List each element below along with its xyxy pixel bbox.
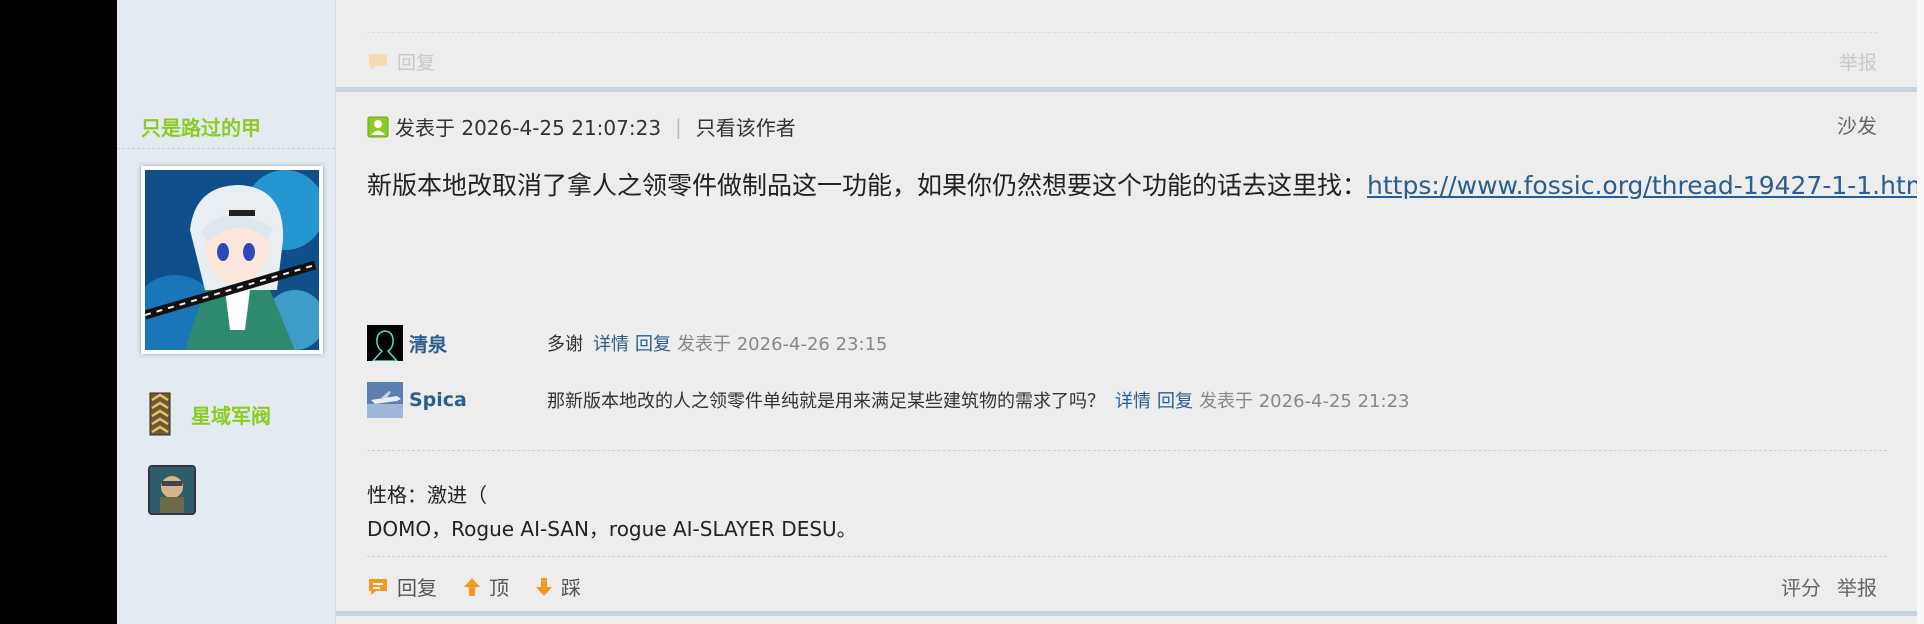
arrow-down-icon bbox=[536, 577, 552, 596]
comment-time: 发表于 2026-4-26 23:15 bbox=[677, 334, 888, 355]
commenter-avatar[interactable] bbox=[367, 382, 403, 418]
commenter-avatar[interactable] bbox=[367, 325, 403, 361]
medal-image bbox=[150, 467, 194, 513]
post-meta: 发表于 2026-4-25 21:07:23 | 只看该作者 bbox=[367, 112, 796, 141]
forum-page: 回复 举报 只是路过的甲 星域军阀 发表于 2026-4-25 21:07:23… bbox=[117, 0, 1924, 624]
post-time: 发表于 2026-4-25 21:07:23 bbox=[395, 116, 662, 140]
signature-line: DOMO，Rogue AI-SAN，rogue AI-SLAYER DESU。 bbox=[367, 517, 857, 541]
commenter-name[interactable]: Spica bbox=[409, 389, 547, 411]
rank-title: 星域军阀 bbox=[191, 403, 271, 428]
previous-reply-label: 回复 bbox=[397, 52, 436, 74]
divider bbox=[367, 32, 1877, 33]
upvote-label: 顶 bbox=[489, 576, 509, 600]
reply-button[interactable]: 回复 bbox=[367, 572, 437, 601]
only-author-link[interactable]: 只看该作者 bbox=[696, 112, 796, 141]
avatar[interactable] bbox=[141, 166, 323, 354]
rank-badge-icon bbox=[149, 392, 171, 436]
comment-text: 那新版本地改的人之领零件单纯就是用来满足某些建筑物的需求了吗？ bbox=[547, 391, 1105, 412]
comment-text: 多谢 bbox=[547, 334, 583, 355]
post-body-link[interactable]: https://www.fossic.org/thread-19427-1-1.… bbox=[1367, 171, 1924, 200]
comment-detail-link[interactable]: 详情 bbox=[1115, 387, 1151, 413]
rank-row: 星域军阀 bbox=[149, 392, 271, 436]
scrollbar-track[interactable] bbox=[1917, 0, 1924, 624]
previous-report-link[interactable]: 举报 bbox=[1839, 48, 1877, 75]
signature-divider bbox=[367, 450, 1887, 451]
upvote-button[interactable]: 顶 bbox=[463, 572, 509, 601]
comment-time: 发表于 2026-4-25 21:23 bbox=[1199, 391, 1410, 412]
comment-icon bbox=[369, 53, 387, 70]
post-body: 新版本地改取消了拿人之领零件做制品这一功能，如果你仍然想要这个功能的话去这里找：… bbox=[367, 166, 1924, 202]
comment-reply-link[interactable]: 回复 bbox=[1157, 387, 1193, 413]
previous-reply-button[interactable]: 回复 bbox=[367, 48, 435, 75]
arrow-up-icon bbox=[464, 577, 480, 596]
signature-divider bbox=[367, 556, 1887, 557]
author-divider bbox=[117, 148, 335, 149]
author-name[interactable]: 只是路过的甲 bbox=[141, 112, 261, 141]
comment-item: 清泉 多谢 详情 回复 发表于 2026-4-26 23:15 bbox=[367, 325, 887, 361]
rate-link[interactable]: 评分 bbox=[1781, 572, 1821, 601]
medal-icon[interactable] bbox=[148, 465, 196, 515]
post-actions-right: 评分 举报 bbox=[1781, 572, 1877, 601]
floor-label: 沙发 bbox=[1837, 114, 1877, 138]
post-separator bbox=[336, 611, 1917, 616]
post-body-text: 新版本地改取消了拿人之领零件做制品这一功能，如果你仍然想要这个功能的话去这里找： bbox=[367, 171, 1368, 200]
downvote-button[interactable]: 踩 bbox=[535, 572, 581, 601]
signature-line: 性格：激进（ bbox=[367, 483, 487, 507]
comment-detail-link[interactable]: 详情 bbox=[593, 330, 629, 356]
avatar-image bbox=[145, 170, 319, 350]
downvote-label: 踩 bbox=[561, 576, 581, 600]
reply-label: 回复 bbox=[397, 576, 437, 600]
meta-separator: | bbox=[675, 114, 682, 139]
online-status-icon bbox=[367, 116, 389, 137]
comment-icon bbox=[369, 578, 387, 595]
report-link[interactable]: 举报 bbox=[1837, 572, 1877, 601]
comment-item: Spica 那新版本地改的人之领零件单纯就是用来满足某些建筑物的需求了吗？ 详情… bbox=[367, 382, 1409, 418]
post-separator bbox=[336, 87, 1917, 92]
commenter-name[interactable]: 清泉 bbox=[409, 330, 547, 357]
comment-reply-link[interactable]: 回复 bbox=[635, 330, 671, 356]
post-actions: 回复 顶 踩 bbox=[367, 572, 607, 601]
